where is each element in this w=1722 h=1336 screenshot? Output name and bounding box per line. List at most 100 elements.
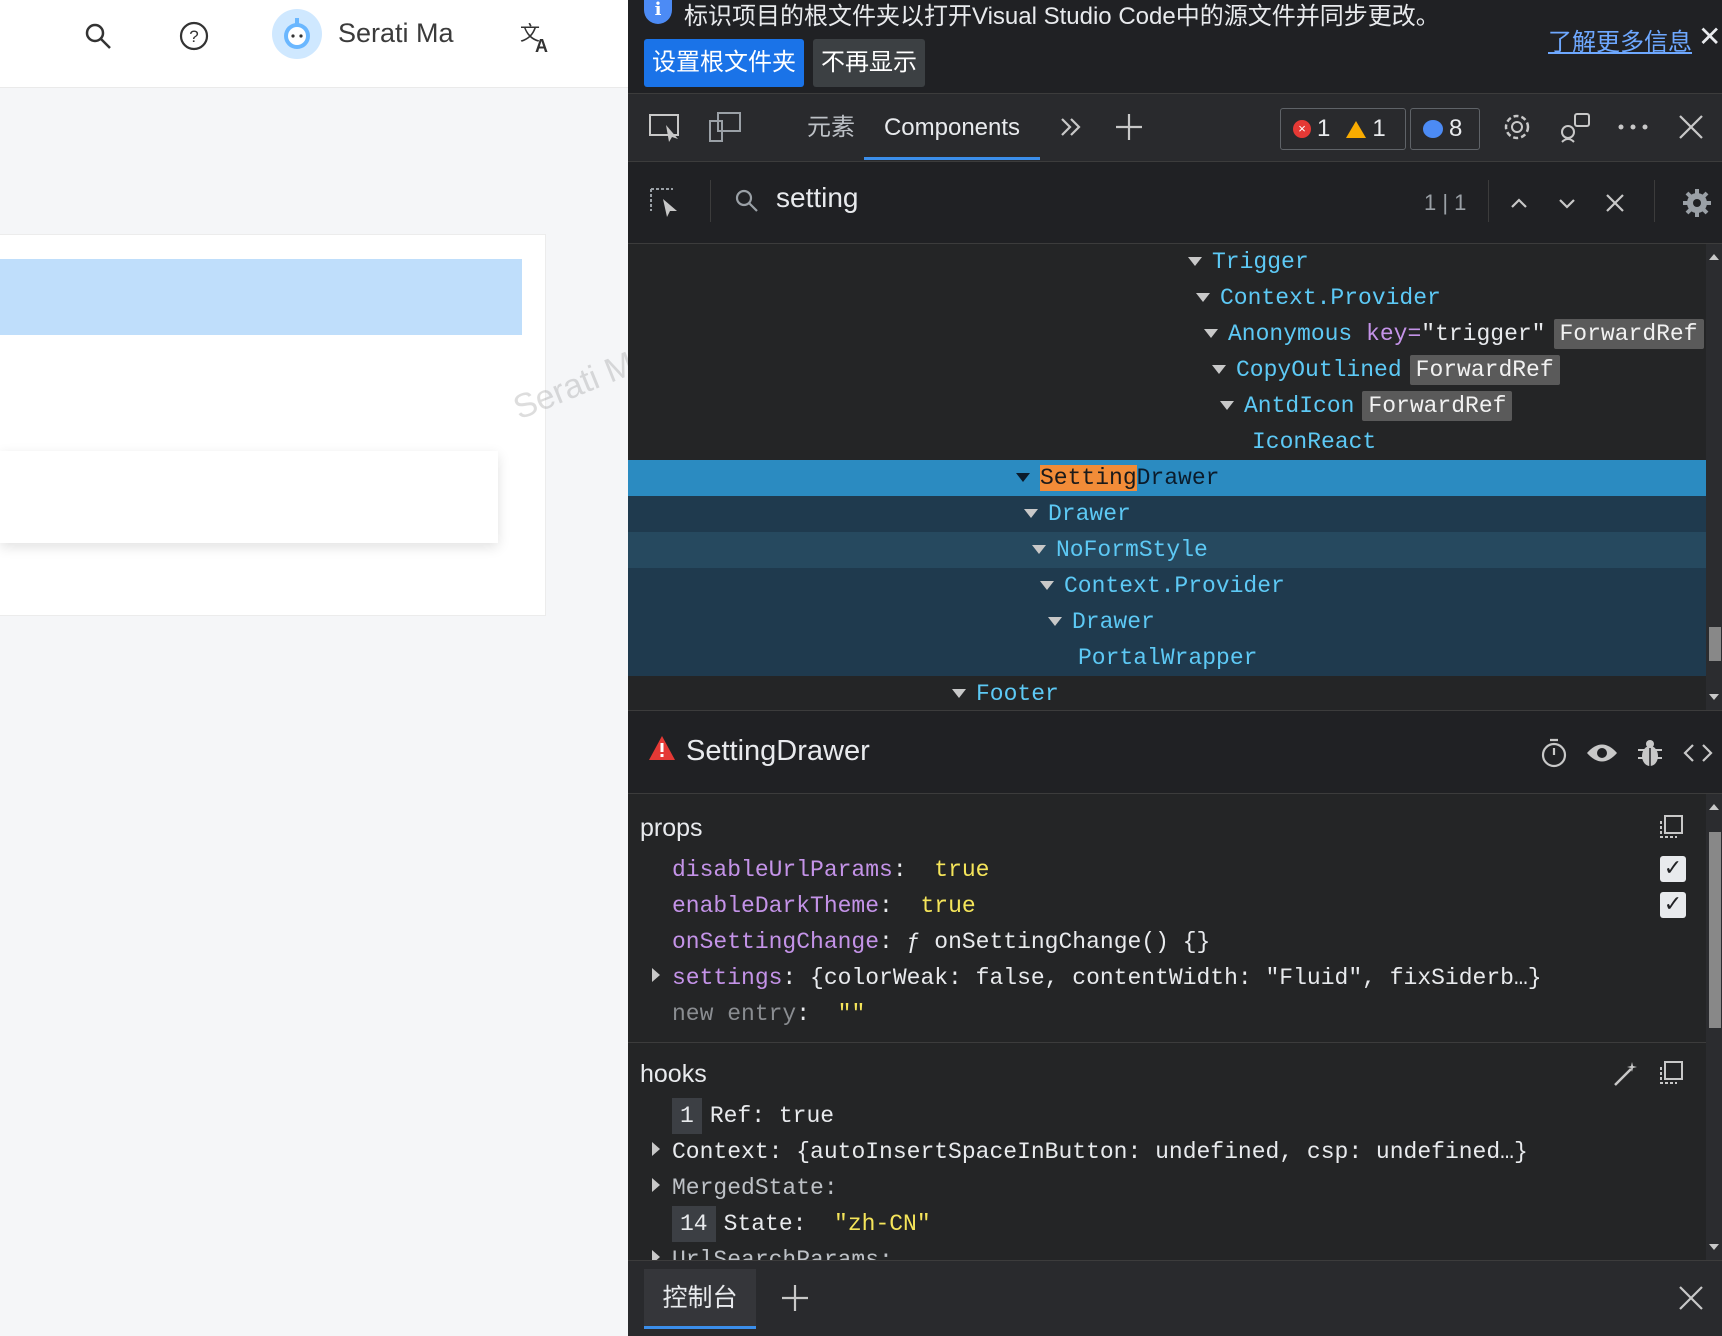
new-prop-value[interactable]: "" — [838, 1001, 866, 1027]
prop-row[interactable]: settings: {colorWeak: false, contentWidt… — [672, 960, 1542, 996]
app-viewport: ? Serati Ma 文A Serati M — [0, 0, 628, 1336]
expand-arrow-icon[interactable] — [1032, 545, 1046, 555]
prop-row[interactable]: enableDarkTheme: true — [672, 888, 976, 924]
expand-arrow-icon[interactable] — [652, 1142, 660, 1156]
tab-elements[interactable]: 元素 — [790, 94, 872, 160]
inspect-element-icon[interactable] — [642, 104, 688, 150]
prop-row[interactable]: onSettingChange: ƒ onSettingChange() {} — [672, 924, 1210, 960]
set-root-folder-button[interactable]: 设置根文件夹 — [644, 39, 804, 87]
tree-scrollbar-thumb[interactable] — [1709, 627, 1721, 661]
more-options-icon[interactable] — [1610, 104, 1656, 150]
expand-arrow-icon[interactable] — [1212, 365, 1226, 375]
tab-console[interactable]: 控制台 — [644, 1269, 756, 1329]
hook-row[interactable]: UrlSearchParams: — [672, 1242, 893, 1260]
expand-arrow-icon[interactable] — [1220, 401, 1234, 411]
tree-row[interactable]: CopyOutlined ForwardRef — [628, 352, 1706, 388]
username[interactable]: Serati Ma — [338, 18, 454, 49]
copy-icon[interactable] — [1658, 1060, 1684, 1093]
prop-value[interactable]: true — [934, 857, 989, 883]
expand-arrow-icon[interactable] — [1196, 293, 1210, 303]
component-name: Footer — [976, 681, 1059, 707]
eye-icon[interactable] — [1584, 735, 1620, 771]
tree-row[interactable]: Trigger — [628, 244, 1706, 280]
tree-row[interactable]: IconReact — [628, 424, 1706, 460]
drawer-tabbar: 控制台 — [628, 1260, 1722, 1336]
message-icon — [1423, 120, 1443, 138]
tree-row[interactable]: Context.Provider — [628, 280, 1706, 316]
search-icon — [724, 178, 770, 224]
expand-arrow-icon[interactable] — [952, 689, 966, 699]
divider — [628, 1042, 1706, 1043]
hook-row[interactable]: Context: {autoInsertSpaceInButton: undef… — [672, 1134, 1528, 1170]
infobar-message: 标识项目的根文件夹以打开Visual Studio Code中的源文件并同步更改… — [684, 3, 1440, 30]
settings-gear-icon[interactable] — [1494, 104, 1540, 150]
prop-value[interactable]: true — [920, 893, 975, 919]
checkbox-checked-icon[interactable]: ✓ — [1660, 856, 1686, 882]
component-settings-icon[interactable] — [1674, 180, 1720, 226]
close-devtools-icon[interactable] — [1668, 104, 1714, 150]
expand-arrow-icon[interactable] — [1024, 509, 1038, 519]
hook-name: MergedState: — [672, 1175, 838, 1201]
copy-icon[interactable] — [1658, 814, 1684, 847]
key-attribute: key= — [1366, 321, 1422, 347]
bug-icon[interactable] — [1632, 735, 1668, 771]
expand-arrow-icon[interactable] — [652, 1178, 660, 1192]
select-component-icon[interactable] — [642, 180, 688, 226]
details-scrollbar-thumb[interactable] — [1709, 832, 1721, 1028]
component-name: Context.Provider — [1220, 285, 1441, 311]
tree-row[interactable]: PortalWrapper — [628, 640, 1706, 676]
expand-arrow-icon[interactable] — [652, 968, 660, 982]
close-drawer-icon[interactable] — [1668, 1275, 1714, 1321]
next-result-icon[interactable] — [1544, 180, 1590, 226]
prop-row[interactable]: disableUrlParams: true — [672, 852, 989, 888]
clear-search-icon[interactable] — [1592, 180, 1638, 226]
connect-icon[interactable] — [1552, 104, 1598, 150]
workspace-infobar: i 标识项目的根文件夹以打开Visual Studio Code中的源文件并同步… — [628, 0, 1722, 94]
checkbox-checked-icon[interactable]: ✓ — [1660, 892, 1686, 918]
issues-counter[interactable]: × 1 1 — [1280, 108, 1406, 150]
tree-row[interactable]: AntdIcon ForwardRef — [628, 388, 1706, 424]
close-icon[interactable]: ✕ — [1698, 20, 1721, 53]
avatar[interactable] — [272, 9, 322, 59]
svg-text:?: ? — [189, 27, 198, 46]
help-icon[interactable]: ? — [174, 16, 214, 56]
warning-triangle-icon — [648, 735, 676, 766]
props-section-title: props — [640, 814, 703, 842]
expand-arrow-icon[interactable] — [652, 1250, 660, 1260]
component-name: CopyOutlined — [1236, 357, 1402, 383]
new-prop-key[interactable]: new entry — [672, 1001, 796, 1027]
search-icon[interactable] — [78, 16, 118, 56]
tree-row-selected[interactable]: SettingDrawer — [628, 460, 1706, 496]
search-input[interactable]: setting — [776, 182, 859, 214]
device-emulation-icon[interactable] — [702, 104, 748, 150]
add-drawer-tab-icon[interactable] — [772, 1275, 818, 1321]
hook-row[interactable]: 1 Ref: true — [672, 1098, 834, 1134]
view-source-icon[interactable] — [1680, 735, 1716, 771]
new-prop-row[interactable]: new entry: "" — [672, 996, 865, 1032]
hook-row[interactable]: 14 State: "zh-CN" — [672, 1206, 931, 1242]
messages-counter[interactable]: 8 — [1410, 108, 1480, 150]
expand-arrow-icon[interactable] — [1048, 617, 1062, 627]
tree-row[interactable]: Footer — [628, 676, 1706, 710]
expand-arrow-icon[interactable] — [1188, 257, 1202, 267]
previous-result-icon[interactable] — [1496, 180, 1542, 226]
expand-arrow-icon[interactable] — [1204, 329, 1218, 339]
hook-row[interactable]: MergedState: — [672, 1170, 838, 1206]
tree-row[interactable]: Drawer — [628, 604, 1706, 640]
inspected-component-details: props disableUrlParams: true ✓ enableDar… — [628, 794, 1706, 1260]
hook-value[interactable]: "zh-CN" — [834, 1211, 931, 1237]
stopwatch-icon[interactable] — [1536, 735, 1572, 771]
magic-wand-icon[interactable] — [1612, 1060, 1640, 1095]
tree-row[interactable]: Context.Provider — [628, 568, 1706, 604]
expand-arrow-icon[interactable] — [1040, 581, 1054, 591]
add-tab-icon[interactable] — [1106, 104, 1152, 150]
tree-row[interactable]: Drawer — [628, 496, 1706, 532]
tree-row[interactable]: NoFormStyle — [628, 532, 1706, 568]
tree-row[interactable]: Anonymous key="trigger" ForwardRef — [628, 316, 1706, 352]
tab-components[interactable]: Components — [864, 94, 1040, 160]
more-tabs-icon[interactable] — [1048, 104, 1094, 150]
expand-arrow-icon[interactable] — [1016, 473, 1030, 483]
dont-show-again-button[interactable]: 不再显示 — [813, 39, 925, 87]
learn-more-link[interactable]: 了解更多信息 — [1548, 22, 1692, 57]
translate-icon[interactable]: 文A — [516, 16, 556, 56]
